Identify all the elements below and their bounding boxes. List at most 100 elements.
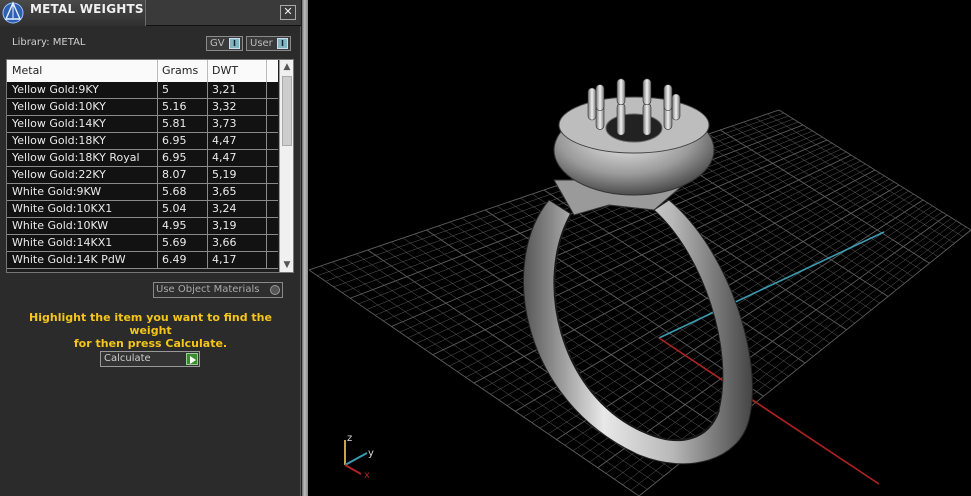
cell-dwt: 4,47 — [212, 151, 237, 164]
table-row[interactable]: Yellow Gold:18KY 6.95 4,47 — [7, 133, 278, 150]
cell-metal: White Gold:14KX1 — [12, 236, 113, 249]
column-divider — [207, 150, 208, 167]
cell-grams: 5.16 — [162, 100, 187, 113]
cell-dwt: 4,17 — [212, 253, 237, 266]
column-divider — [266, 116, 267, 133]
title-bar[interactable]: METAL WEIGHTS ✕ — [0, 0, 301, 26]
prong — [616, 102, 626, 136]
axis-z-label: z — [347, 433, 352, 444]
table-row[interactable]: Yellow Gold:10KY 5.16 3,32 — [7, 99, 278, 116]
table-row[interactable]: White Gold:9KW 5.68 3,65 — [7, 184, 278, 201]
column-divider — [157, 150, 158, 167]
column-divider — [207, 201, 208, 218]
cell-dwt: 3,24 — [212, 202, 237, 215]
table-row[interactable]: Yellow Gold:14KY 5.81 3,73 — [7, 116, 278, 133]
scroll-up-icon[interactable]: ▲ — [280, 60, 293, 74]
column-header-metal[interactable]: Metal — [12, 64, 42, 77]
table-row[interactable]: Yellow Gold:18KY Royal 6.95 4,47 — [7, 150, 278, 167]
table-row[interactable]: White Gold:10KW 4.95 3,19 — [7, 218, 278, 235]
axis-x-label: x — [364, 470, 370, 481]
column-divider — [266, 184, 267, 201]
prong — [642, 102, 652, 136]
metal-weights-panel: METAL WEIGHTS ✕ Library: METAL GV I User… — [0, 0, 301, 496]
column-divider — [266, 201, 267, 218]
cell-metal: Yellow Gold:18KY — [12, 134, 106, 147]
cell-metal: Yellow Gold:14KY — [12, 117, 106, 130]
cell-grams: 6.49 — [162, 253, 187, 266]
column-header-grams[interactable]: Grams — [162, 64, 198, 77]
column-divider — [207, 252, 208, 269]
3d-viewport[interactable]: z y x — [309, 0, 971, 496]
cell-grams: 4.95 — [162, 219, 187, 232]
prong — [663, 84, 673, 111]
gv-toggle-label: GV — [210, 38, 225, 49]
column-divider — [157, 218, 158, 235]
prong — [671, 93, 681, 121]
column-divider — [157, 201, 158, 218]
instruction-line-1: Highlight the item you want to find the … — [29, 311, 272, 337]
table-row[interactable]: Yellow Gold:22KY 8.07 5,19 — [7, 167, 278, 184]
cell-metal: Yellow Gold:22KY — [12, 168, 106, 181]
column-divider — [266, 167, 267, 184]
column-divider — [157, 99, 158, 116]
column-divider — [207, 60, 208, 82]
cell-metal: Yellow Gold:9KY — [12, 83, 99, 96]
scroll-down-icon[interactable]: ▼ — [280, 258, 293, 272]
axis-y-label: y — [368, 448, 374, 459]
table-body: Yellow Gold:9KY 5 3,21 Yellow Gold:10KY 5.16… — [7, 82, 278, 269]
instruction-line-2: for then press Calculate. — [73, 337, 228, 350]
user-toggle[interactable]: User I — [246, 36, 291, 51]
column-divider — [266, 82, 267, 99]
library-label: Library: METAL — [12, 37, 86, 48]
axis-triad: z y x — [344, 433, 374, 481]
user-toggle-knob: I — [277, 38, 288, 49]
cell-dwt: 4,47 — [212, 134, 237, 147]
prong — [616, 78, 626, 106]
cell-dwt: 5,19 — [212, 168, 237, 181]
column-header-dwt[interactable]: DWT — [212, 64, 238, 77]
column-divider — [207, 82, 208, 99]
table-row[interactable]: White Gold:10KX1 5.04 3,24 — [7, 201, 278, 218]
cell-grams: 5.81 — [162, 117, 187, 130]
grid-line — [743, 121, 947, 251]
viewport-canvas: z y x — [309, 78, 971, 496]
table-scrollbar[interactable]: ▲ ▼ — [279, 60, 293, 272]
column-divider — [157, 82, 158, 99]
cell-metal: Yellow Gold:18KY Royal — [12, 151, 140, 164]
column-divider — [157, 184, 158, 201]
radio-icon[interactable] — [270, 285, 280, 295]
panel-splitter[interactable] — [301, 0, 308, 496]
column-divider — [157, 235, 158, 252]
column-divider — [266, 99, 267, 116]
cell-metal: White Gold:9KW — [12, 185, 102, 198]
title-tab: METAL WEIGHTS — [0, 0, 146, 26]
prong — [595, 84, 605, 111]
cell-grams: 8.07 — [162, 168, 187, 181]
column-divider — [207, 218, 208, 235]
scroll-thumb[interactable] — [282, 76, 292, 146]
cell-metal: White Gold:10KW — [12, 219, 109, 232]
metal-weights-table: Metal Grams DWT Yellow Gold:9KY 5 3,21 Yell… — [6, 59, 294, 273]
prong — [642, 78, 652, 106]
user-toggle-label: User — [250, 38, 273, 49]
column-divider — [207, 116, 208, 133]
close-button[interactable]: ✕ — [280, 5, 296, 20]
gv-toggle[interactable]: GV I — [206, 36, 243, 51]
column-divider — [207, 184, 208, 201]
column-divider — [266, 150, 267, 167]
table-row[interactable]: White Gold:14KX1 5.69 3,66 — [7, 235, 278, 252]
table-row[interactable]: White Gold:14K PdW 6.49 4,17 — [7, 252, 278, 269]
use-object-materials-label: Use Object Materials — [156, 284, 260, 295]
cell-metal: Yellow Gold:10KY — [12, 100, 106, 113]
cell-dwt: 3,65 — [212, 185, 237, 198]
grid-line — [731, 125, 938, 257]
use-object-materials-toggle[interactable]: Use Object Materials — [153, 282, 283, 298]
gv-toggle-knob: I — [229, 38, 240, 49]
cell-grams: 5 — [162, 83, 169, 96]
cell-dwt: 3,32 — [212, 100, 237, 113]
cell-dwt: 3,73 — [212, 117, 237, 130]
column-divider — [157, 167, 158, 184]
calculate-button[interactable]: Calculate — [100, 351, 200, 367]
ring-model — [523, 78, 753, 465]
table-row[interactable]: Yellow Gold:9KY 5 3,21 — [7, 82, 278, 99]
